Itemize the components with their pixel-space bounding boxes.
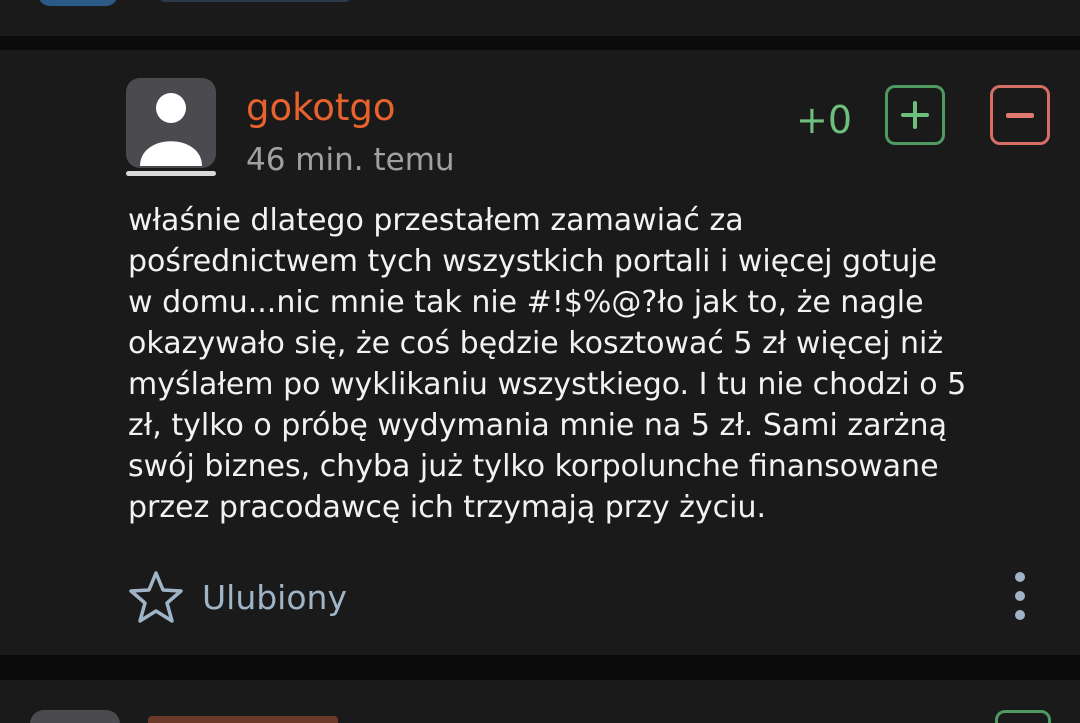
- next-upvote-button[interactable]: [995, 710, 1051, 723]
- plus-icon: [901, 101, 929, 129]
- star-outline-icon: [129, 571, 183, 623]
- user-avatar-placeholder-icon: [140, 93, 202, 166]
- next-comment-card: [0, 680, 1080, 723]
- avatar[interactable]: [126, 78, 216, 168]
- more-vertical-icon: [1015, 572, 1025, 582]
- comment-author[interactable]: gokotgo: [246, 86, 396, 129]
- comment-card: gokotgo 46 min. temu +0 właśnie dlatego …: [0, 50, 1080, 655]
- next-avatar[interactable]: [30, 710, 120, 723]
- downvote-button[interactable]: [990, 85, 1050, 145]
- minus-icon: [1006, 101, 1034, 129]
- favorite-label: Ulubiony: [202, 577, 347, 617]
- vote-score: +0: [796, 98, 853, 142]
- previous-action-button[interactable]: [38, 0, 118, 6]
- previous-comment-card: [0, 0, 1080, 36]
- more-options-button[interactable]: [1010, 572, 1030, 620]
- avatar-divider: [126, 171, 216, 176]
- comment-timestamp: 46 min. temu: [246, 142, 455, 178]
- previous-action-bar: [160, 0, 350, 2]
- upvote-button[interactable]: [885, 85, 945, 145]
- favorite-button[interactable]: Ulubiony: [128, 570, 347, 624]
- comment-body: właśnie dlatego przestałem zamawiać za p…: [128, 203, 967, 525]
- next-comment-author[interactable]: [148, 716, 338, 723]
